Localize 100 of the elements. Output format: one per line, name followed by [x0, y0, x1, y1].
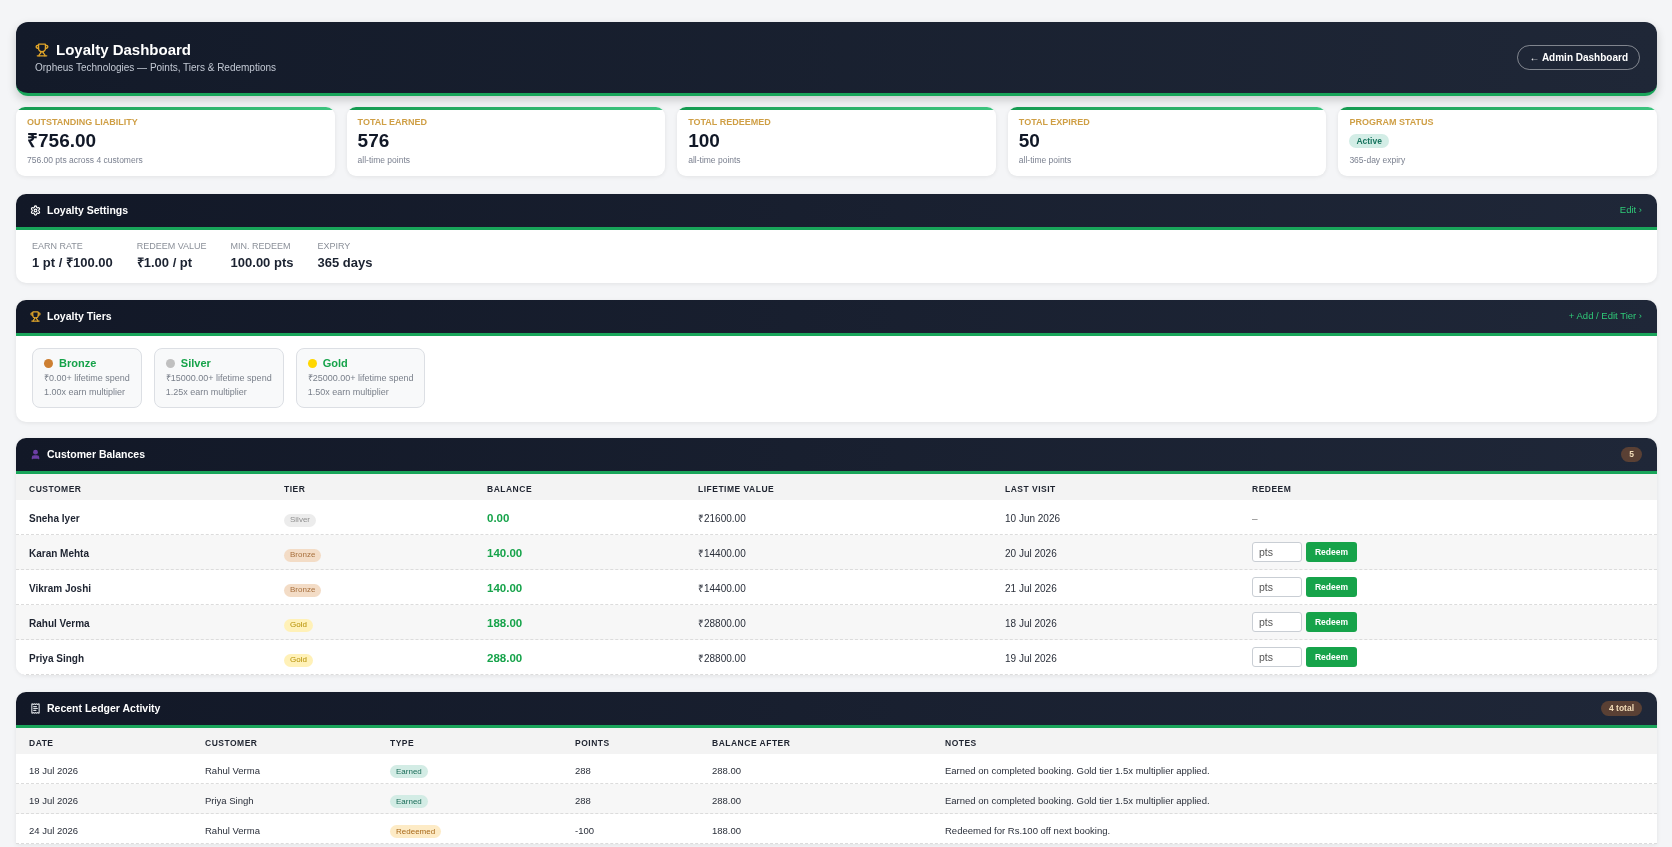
points-input[interactable]: pts — [1252, 647, 1302, 667]
count-badge: 4 total — [1600, 701, 1642, 716]
column-header: CUSTOMER — [205, 738, 258, 748]
lifetime-value: ₹14400.00 — [698, 548, 746, 559]
column-header: CUSTOMER — [29, 484, 82, 494]
points-input[interactable]: pts — [1252, 612, 1302, 632]
stat-note: all-time points — [357, 155, 412, 166]
tier-badge: Bronze — [284, 548, 322, 562]
tier-badge: Gold — [284, 618, 313, 632]
points-value: 288 — [575, 794, 591, 806]
column-header: BALANCE AFTER — [712, 738, 791, 748]
customer-name: Sneha Iyer — [29, 513, 80, 524]
column-header: NOTES — [945, 738, 977, 748]
balance-after-value: 288.00 — [712, 764, 742, 776]
tier-badge: Silver — [284, 513, 316, 527]
type-badge: Earned — [390, 795, 428, 808]
column-header: TYPE — [390, 738, 415, 748]
receipt-icon — [30, 703, 41, 714]
panel-title: Loyalty Settings — [47, 205, 129, 216]
last-visit-date: 19 Jul 2026 — [1005, 653, 1057, 664]
points-value: -100 — [575, 824, 594, 836]
balance-after-value: 288.00 — [712, 794, 742, 806]
panel-title: Loyalty Tiers — [47, 311, 112, 322]
balance-value: 188.00 — [487, 617, 523, 629]
stat-note: 365-day expiry — [1349, 155, 1407, 166]
tier-name: Bronze — [59, 357, 97, 370]
entry-notes: Earned on completed booking. Gold tier 1.5x multiplier applied. — [945, 794, 1210, 806]
tier-multiplier: 1.00x earn multiplier — [44, 387, 127, 398]
tier-spend: ₹25000.00+ lifetime spend — [307, 373, 414, 384]
stat-label: TOTAL REDEEMED — [688, 117, 772, 128]
customer-name: Vikram Joshi — [29, 583, 92, 594]
customer-name: Karan Mehta — [29, 548, 89, 559]
setting-value: 365 days — [317, 255, 373, 270]
count-badge: 5 — [1621, 447, 1642, 462]
panel-title: Customer Balances — [47, 449, 146, 460]
type-badge: Earned — [390, 765, 428, 778]
setting-label: MIN. REDEEM — [230, 241, 292, 252]
column-header: LIFETIME VALUE — [698, 484, 775, 494]
tier-multiplier: 1.25x earn multiplier — [165, 387, 248, 398]
setting-label: EXPIRY — [317, 241, 352, 252]
tier-name: Silver — [180, 357, 211, 370]
points-value: 288 — [575, 764, 591, 776]
customer-name: Priya Singh — [29, 653, 84, 664]
points-input[interactable]: pts — [1252, 542, 1302, 562]
setting-value: ₹1.00 / pt — [136, 255, 194, 270]
balance-value: 288.00 — [487, 652, 523, 664]
column-header: DATE — [29, 738, 54, 748]
setting-value: 1 pt / ₹100.00 — [32, 255, 113, 270]
stat-note: all-time points — [688, 155, 742, 166]
tier-badge: Bronze — [284, 583, 322, 597]
column-header: TIER — [284, 484, 306, 494]
last-visit-date: 18 Jul 2026 — [1005, 618, 1057, 629]
points-input[interactable]: pts — [1252, 577, 1302, 597]
lifetime-value: ₹21600.00 — [698, 513, 746, 524]
column-header: BALANCE — [487, 484, 533, 494]
page-subtitle: Orpheus Technologies — Points, Tiers & Redemptions — [35, 63, 277, 73]
balance-value: 140.00 — [487, 582, 523, 594]
redeem-button[interactable]: Redeem — [1306, 542, 1357, 562]
balance-value: 140.00 — [487, 547, 523, 559]
redeem-button[interactable]: Redeem — [1306, 612, 1357, 632]
last-visit-date: 20 Jul 2026 — [1005, 548, 1057, 559]
panel-title: Recent Ledger Activity — [47, 703, 161, 714]
setting-value: 100.00 pts — [230, 255, 294, 270]
last-visit-date: 21 Jul 2026 — [1005, 583, 1057, 594]
balance-value: 0.00 — [487, 512, 510, 524]
type-badge: Redeemed — [390, 825, 442, 838]
last-visit-date: 10 Jun 2026 — [1005, 513, 1061, 524]
stat-value: 576 — [357, 130, 391, 152]
stat-label: TOTAL EARNED — [357, 117, 429, 128]
stat-label: OUTSTANDING LIABILITY — [27, 117, 139, 128]
stat-label: PROGRAM STATUS — [1349, 117, 1435, 128]
column-header: POINTS — [575, 738, 610, 748]
entry-date: 24 Jul 2026 — [29, 824, 79, 836]
trophy-icon — [30, 311, 41, 322]
trophy-icon — [35, 42, 49, 57]
empty-dash: – — [1252, 513, 1258, 524]
person-icon — [30, 449, 41, 460]
entry-date: 18 Jul 2026 — [29, 764, 79, 776]
stat-value: 100 — [688, 130, 721, 152]
customer-name: Priya Singh — [205, 794, 254, 806]
lifetime-value: ₹28800.00 — [698, 618, 746, 629]
customer-name: Rahul Verma — [29, 618, 90, 629]
balance-after-value: 188.00 — [712, 824, 742, 836]
stat-value: 50 — [1018, 130, 1041, 152]
stat-value: ₹756.00 — [27, 130, 98, 152]
entry-notes: Earned on completed booking. Gold tier 1.5x multiplier applied. — [945, 764, 1210, 776]
page-title: Loyalty Dashboard — [56, 42, 192, 57]
panel-action-link[interactable]: + Add / Edit Tier › — [1568, 309, 1642, 324]
column-header: REDEEM — [1252, 484, 1292, 494]
tier-spend: ₹0.00+ lifetime spend — [44, 373, 130, 384]
settings-icon — [30, 205, 41, 216]
stat-note: 756.00 pts across 4 customers — [27, 155, 144, 166]
customer-name: Rahul Verma — [205, 824, 260, 836]
redeem-button[interactable]: Redeem — [1306, 577, 1357, 597]
panel-action-link[interactable]: Edit › — [1619, 203, 1642, 218]
status-badge: Active — [1349, 134, 1389, 148]
customer-name: Rahul Verma — [205, 764, 260, 776]
setting-label: EARN RATE — [32, 241, 84, 252]
redeem-button[interactable]: Redeem — [1306, 647, 1357, 667]
entry-notes: Redeemed for Rs.100 off next booking. — [945, 824, 1111, 836]
